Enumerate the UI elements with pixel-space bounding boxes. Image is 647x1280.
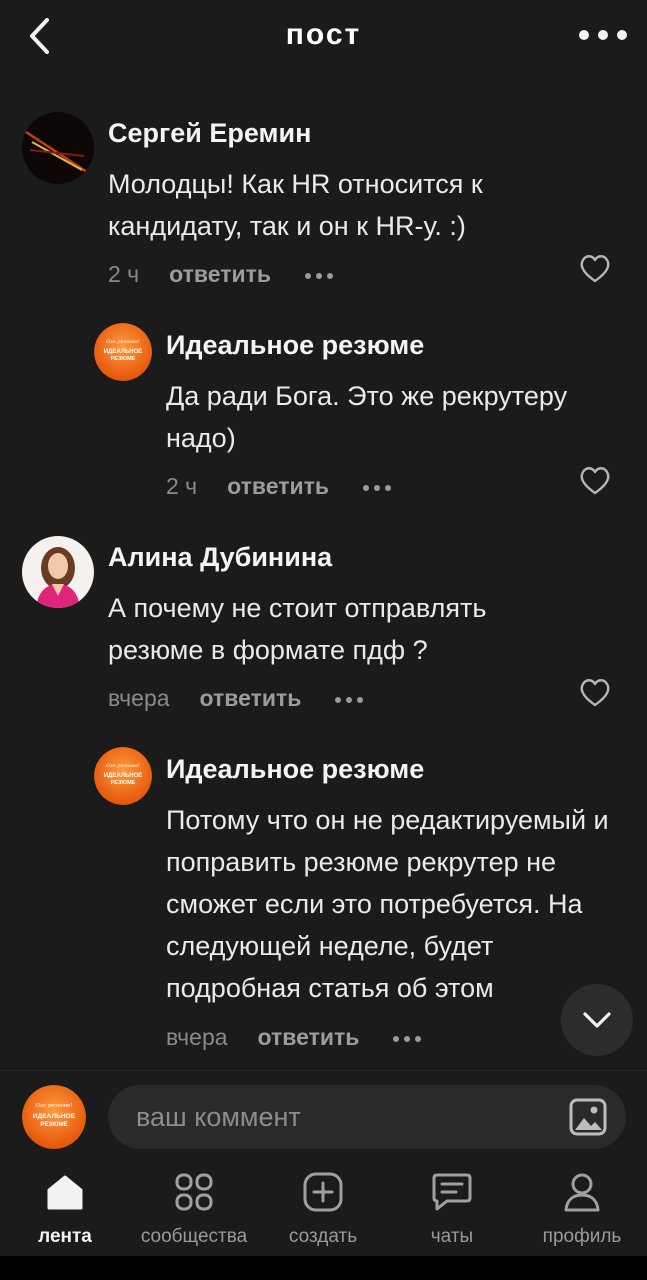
tab-feed[interactable]: лента [0, 1170, 130, 1254]
avatar[interactable] [22, 536, 94, 608]
avatar[interactable]: Ого резюме! ИДЕАЛЬНОЕ РЕЗЮМЕ [94, 323, 152, 381]
more-options-button[interactable] [575, 18, 631, 52]
comment-author[interactable]: Сергей Еремин [108, 118, 311, 149]
heart-icon[interactable] [578, 676, 612, 710]
reply-button[interactable]: ответить [200, 685, 302, 712]
bottom-navigation: лента сообщества создать чаты профиль [0, 1162, 647, 1256]
comment-text: А почему не стоит отправлять резюме в фо… [108, 593, 487, 665]
chevron-down-icon [583, 1012, 611, 1028]
tab-communities[interactable]: сообщества [129, 1170, 259, 1254]
tab-label: профиль [542, 1226, 622, 1247]
tab-label: сообщества [140, 1226, 248, 1247]
page-title: пост [285, 18, 362, 51]
logo-top-text: Ого резюме! [106, 339, 140, 345]
tab-profile[interactable]: профиль [517, 1170, 647, 1254]
comment-more-icon[interactable] [363, 483, 392, 491]
heart-icon[interactable] [578, 464, 612, 498]
comment-author[interactable]: Идеальное резюме [166, 330, 424, 361]
image-attach-icon[interactable] [568, 1097, 608, 1137]
avatar[interactable]: Ого резюме! ИДЕАЛЬНОЕ РЕЗЮМЕ [94, 747, 152, 805]
logo-line2: РЕЗЮМЕ [111, 356, 136, 362]
comment-time: вчера [166, 1024, 228, 1050]
ideal-resume-logo: Ого резюме! ИДЕАЛЬНОЕ РЕЗЮМЕ [94, 323, 152, 381]
chat-icon [432, 1173, 472, 1211]
comment-meta: вчера ответить [166, 1024, 422, 1051]
reply-button[interactable]: ответить [169, 261, 271, 288]
logo-line1: ИДЕАЛЬНОЕ [33, 1113, 76, 1120]
comment-input[interactable] [108, 1085, 626, 1149]
ideal-resume-logo: Ого резюме! ИДЕАЛЬНОЕ РЕЗЮМЕ [94, 747, 152, 805]
comment-time: 2 ч [166, 473, 198, 499]
tab-create[interactable]: создать [258, 1170, 388, 1254]
system-navigation-bar [0, 1256, 647, 1280]
comment-meta: 2 ч ответить [166, 473, 392, 500]
comment-author[interactable]: Алина Дубинина [108, 542, 332, 573]
comment-text: Потому что он не редактируемый и поправи… [166, 805, 609, 1003]
avatar-image [22, 536, 94, 608]
tab-chats[interactable]: чаты [387, 1170, 517, 1254]
comment-text: Молодцы! Как HR относится к кандидату, т… [108, 169, 483, 241]
scroll-down-button[interactable] [561, 984, 633, 1056]
reply-button[interactable]: ответить [258, 1024, 360, 1051]
comment-more-icon[interactable] [305, 271, 334, 279]
avatar[interactable] [22, 112, 94, 184]
heart-icon[interactable] [578, 252, 612, 286]
tab-label: лента [38, 1226, 92, 1247]
tab-label: создать [288, 1226, 358, 1247]
top-bar: пост [0, 0, 647, 72]
tab-label: чаты [430, 1226, 474, 1247]
ideal-resume-logo: Ого резюме! ИДЕАЛЬНОЕ РЕЗЮМЕ [22, 1085, 86, 1149]
comment-text: Да ради Бога. Это же рекрутеру надо) [166, 381, 568, 453]
avatar-image [22, 112, 94, 184]
comment-composer: Ого резюме! ИДЕАЛЬНОЕ РЕЗЮМЕ [0, 1070, 647, 1162]
comment-time: 2 ч [108, 261, 140, 287]
logo-line1: ИДЕАЛЬНОЕ [104, 349, 143, 355]
comment-time: вчера [108, 685, 170, 711]
logo-line2: РЕЗЮМЕ [40, 1122, 67, 1128]
comment-meta: вчера ответить [108, 685, 364, 712]
logo-top-text: Ого резюме! [36, 1103, 73, 1109]
home-icon [47, 1175, 83, 1210]
logo-line2: РЕЗЮМЕ [111, 780, 136, 786]
reply-button[interactable]: ответить [227, 473, 329, 500]
my-avatar[interactable]: Ого резюме! ИДЕАЛЬНОЕ РЕЗЮМЕ [22, 1085, 86, 1149]
comment-more-icon[interactable] [335, 695, 364, 703]
comment-author[interactable]: Идеальное резюме [166, 754, 424, 785]
comment-more-icon[interactable] [393, 1034, 422, 1042]
create-icon [303, 1172, 343, 1212]
communities-icon [175, 1173, 213, 1211]
logo-line1: ИДЕАЛЬНОЕ [104, 773, 143, 779]
more-dots-icon [579, 30, 627, 40]
logo-top-text: Ого резюме! [106, 763, 140, 769]
profile-icon [564, 1173, 600, 1212]
comment-meta: 2 ч ответить [108, 261, 334, 288]
